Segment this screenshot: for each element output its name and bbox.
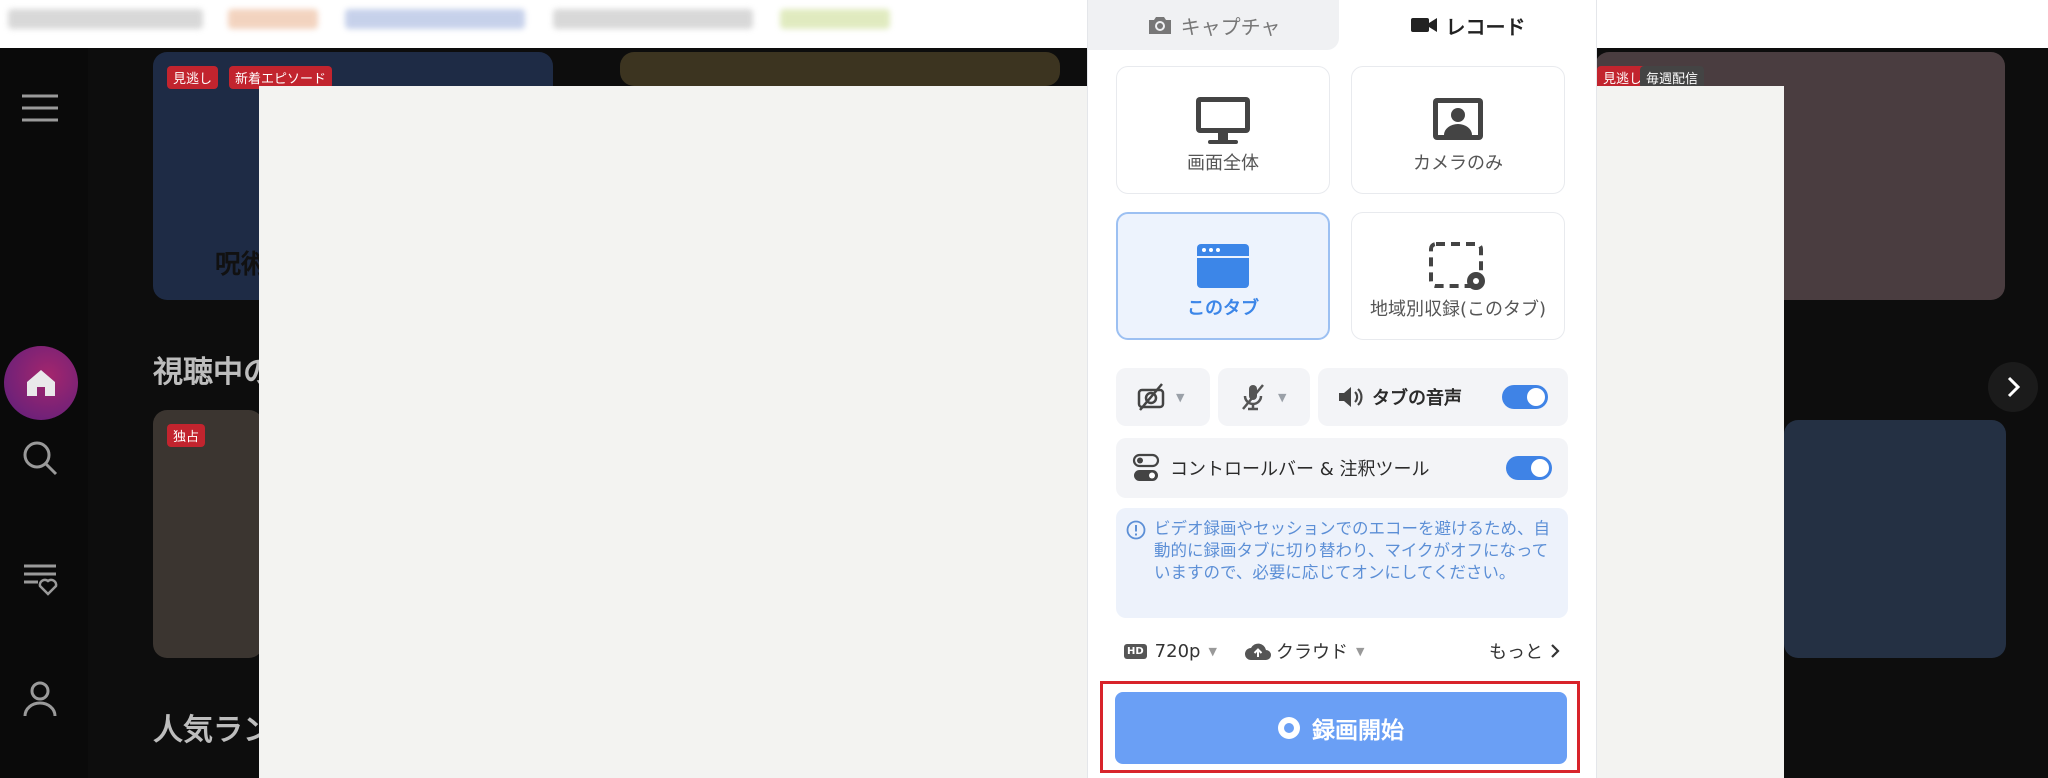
tab-record[interactable]: レコード — [1339, 0, 1596, 50]
profile-icon[interactable] — [20, 678, 60, 718]
storage-value: クラウド — [1276, 642, 1348, 663]
speaker-icon — [1339, 387, 1363, 407]
home-icon — [27, 370, 55, 396]
tab-audio-label: タブの音声 — [1372, 388, 1462, 409]
region-select-icon — [1352, 241, 1564, 291]
chevron-down-icon: ▼ — [1356, 644, 1365, 658]
record-dot-icon — [1278, 717, 1300, 739]
mode-label: 地域別収録(このタブ) — [1369, 299, 1547, 320]
bookmark-item[interactable] — [228, 9, 318, 29]
watchlist-icon[interactable] — [20, 558, 60, 598]
controlbar-row: コントロールバー & 注釈ツール — [1116, 438, 1568, 498]
quality-value: 720p — [1154, 640, 1201, 662]
camera-off-icon — [1137, 383, 1165, 411]
tab-record-label: レコード — [1445, 14, 1526, 39]
chevron-right-icon — [2007, 376, 2021, 398]
tab-capture[interactable]: キャプチャ — [1088, 0, 1339, 50]
mode-tabs: キャプチャ レコード — [1088, 0, 1596, 50]
echo-notice: ビデオ録画やセッションでのエコーを避けるため、自動的に録画タブに切り替わり、マイ… — [1116, 508, 1568, 618]
camera-toggle[interactable]: ▼ — [1116, 368, 1210, 426]
badge: 独占 — [167, 424, 206, 447]
start-recording-button[interactable]: 録画開始 — [1115, 692, 1567, 764]
tab-audio-control: タブの音声 — [1318, 368, 1568, 426]
mode-label: カメラのみ — [1413, 153, 1503, 174]
row-title: 視聴中の — [153, 355, 273, 390]
toggles-icon — [1132, 453, 1160, 481]
hd-badge: HD — [1124, 643, 1147, 659]
chevron-down-icon: ▼ — [1208, 644, 1217, 658]
camera-portrait-icon — [1352, 95, 1564, 143]
mode-label: 画面全体 — [1187, 153, 1259, 174]
mode-region-card[interactable]: 地域別収録(このタブ) — [1351, 212, 1565, 340]
mode-label: このタブ — [1187, 298, 1259, 319]
microphone-off-icon — [1242, 384, 1264, 411]
monitor-icon — [1117, 95, 1329, 147]
chevron-down-icon: ▼ — [1176, 390, 1185, 404]
settings-bar: HD 720p ▼ クラウド ▼ もっと — [1116, 636, 1568, 666]
home-button[interactable] — [4, 346, 78, 420]
camera-icon — [1147, 14, 1173, 36]
mode-fullscreen-card[interactable]: 画面全体 — [1116, 66, 1330, 194]
microphone-toggle[interactable]: ▼ — [1218, 368, 1310, 426]
badge: 見逃し — [167, 66, 219, 89]
quality-select[interactable]: HD 720p ▼ — [1124, 636, 1217, 666]
video-camera-icon — [1410, 15, 1438, 35]
storage-select[interactable]: クラウド ▼ — [1244, 636, 1364, 666]
mode-camera-card[interactable]: カメラのみ — [1351, 66, 1565, 194]
controlbar-label: コントロールバー & 注釈ツール — [1170, 459, 1430, 480]
notice-text: ビデオ録画やセッションでのエコーを避けるため、自動的に録画タブに切り替わり、マイ… — [1154, 519, 1550, 582]
bookmarks-bar — [0, 0, 2048, 49]
chevron-right-icon — [1551, 644, 1560, 658]
content-thumbnail[interactable]: 独占 — [153, 410, 263, 658]
start-recording-label: 録画開始 — [1312, 718, 1404, 744]
content-thumbnail[interactable] — [620, 52, 1060, 86]
info-icon — [1126, 520, 1146, 540]
chevron-down-icon: ▼ — [1278, 390, 1287, 404]
bookmark-item[interactable] — [8, 9, 203, 29]
search-icon[interactable] — [20, 438, 60, 478]
recorder-popup: キャプチャ レコード 画面全体 カメラのみ このタブ 地域別収録(このタブ) ▼… — [1087, 0, 1597, 778]
row-title: 人気ラン — [153, 713, 273, 748]
bookmark-item[interactable] — [553, 9, 753, 29]
more-label: もっと — [1489, 642, 1543, 663]
bookmark-item[interactable] — [780, 9, 890, 29]
bookmark-item[interactable] — [345, 9, 525, 29]
cloud-upload-icon — [1245, 643, 1271, 660]
controlbar-switch[interactable] — [1506, 456, 1552, 480]
site-sidebar — [0, 48, 88, 778]
tab-capture-label: キャプチャ — [1180, 14, 1281, 39]
mode-this-tab-card[interactable]: このタブ — [1116, 212, 1330, 340]
carousel-next-button[interactable] — [1988, 362, 2038, 412]
start-highlight: 録画開始 — [1100, 681, 1580, 773]
content-thumbnail[interactable] — [1784, 420, 2006, 658]
browser-tab-icon — [1118, 242, 1328, 290]
menu-icon[interactable] — [20, 88, 60, 128]
tab-audio-switch[interactable] — [1502, 385, 1548, 409]
more-link[interactable]: もっと — [1489, 636, 1563, 666]
